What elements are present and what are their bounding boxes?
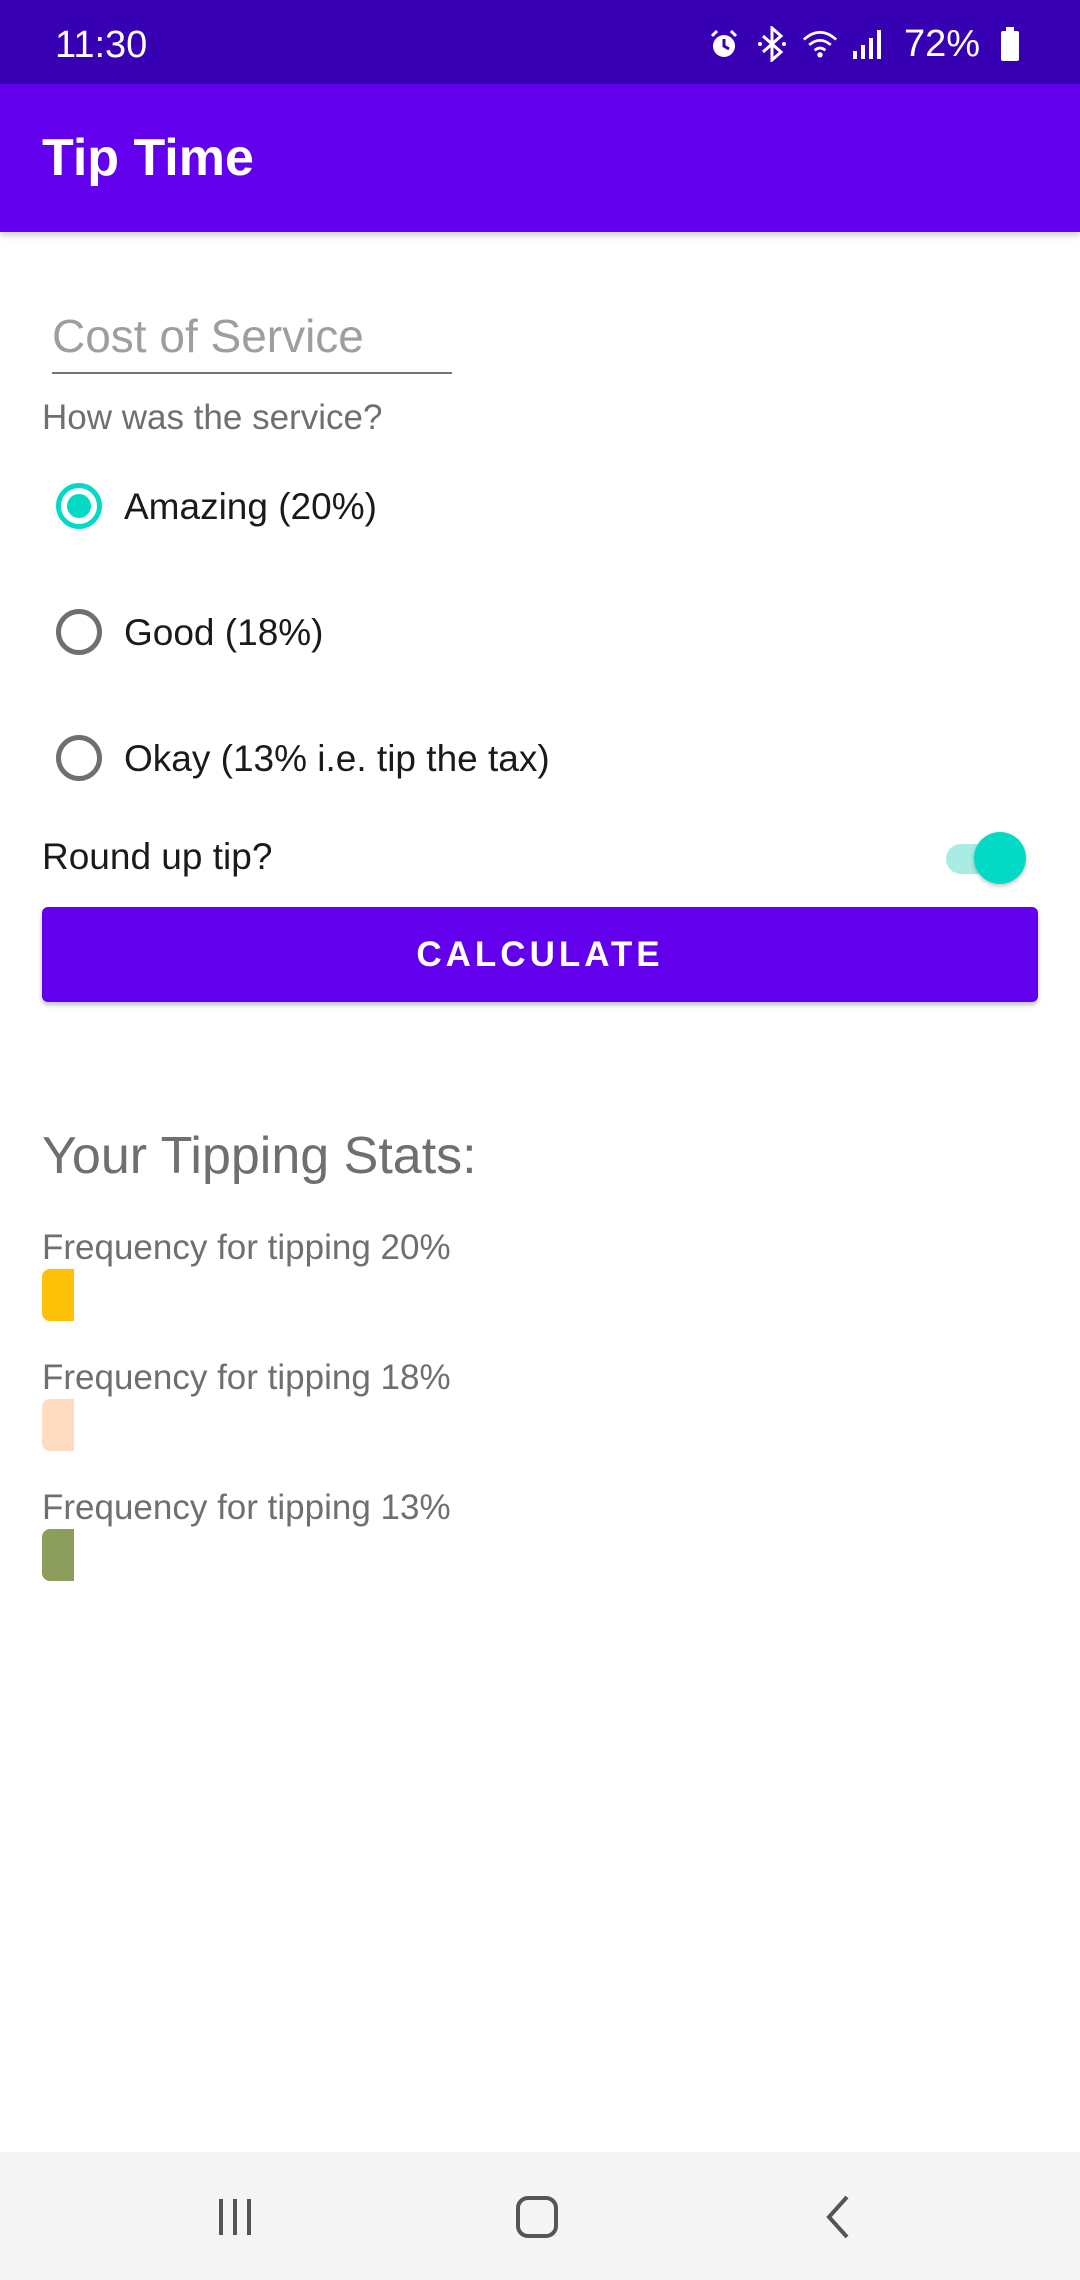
round-up-switch[interactable] — [944, 830, 1030, 884]
freq-bar-20 — [42, 1269, 74, 1321]
freq-label-13: Frequency for tipping 13% — [42, 1488, 451, 1527]
radio-label-okay: Okay (13% i.e. tip the tax) — [124, 737, 550, 779]
freq-label-20: Frequency for tipping 20% — [42, 1228, 451, 1267]
battery-percent: 72% — [903, 23, 980, 65]
radio-button[interactable] — [56, 735, 102, 781]
radio-button-checked[interactable] — [56, 483, 102, 529]
home-icon[interactable] — [502, 2182, 572, 2252]
radio-label-amazing: Amazing (20%) — [124, 485, 377, 527]
round-up-label: Round up tip? — [42, 836, 273, 877]
status-bar: 11:30 72% — [0, 0, 1080, 84]
cost-of-service-input[interactable] — [52, 300, 452, 372]
radio-dot — [67, 494, 91, 518]
radio-option-good[interactable]: Good (18%) — [56, 602, 324, 662]
radio-label-good: Good (18%) — [124, 611, 324, 653]
freq-bar-18 — [42, 1399, 74, 1451]
battery-icon — [992, 24, 1028, 64]
status-time: 11:30 — [55, 24, 148, 66]
signal-icon — [850, 24, 886, 64]
app-bar: Tip Time — [0, 84, 1080, 232]
radio-option-okay[interactable]: Okay (13% i.e. tip the tax) — [56, 728, 550, 788]
navigation-bar — [0, 2152, 1080, 2280]
recents-icon[interactable] — [200, 2182, 270, 2252]
wifi-icon — [802, 24, 838, 64]
freq-label-18: Frequency for tipping 18% — [42, 1358, 451, 1397]
status-icons: 72% — [706, 22, 1028, 66]
app-title: Tip Time — [42, 129, 254, 187]
switch-thumb — [974, 832, 1026, 884]
service-question: How was the service? — [42, 398, 383, 437]
radio-option-amazing[interactable]: Amazing (20%) — [56, 476, 377, 536]
bluetooth-icon — [754, 24, 790, 64]
freq-bar-13 — [42, 1529, 74, 1581]
alarm-icon — [706, 24, 742, 64]
back-icon[interactable] — [804, 2182, 874, 2252]
cost-of-service-field[interactable] — [52, 300, 452, 374]
stats-heading: Your Tipping Stats: — [42, 1127, 477, 1185]
calculate-button[interactable]: CALCULATE — [42, 907, 1038, 1002]
radio-button[interactable] — [56, 609, 102, 655]
